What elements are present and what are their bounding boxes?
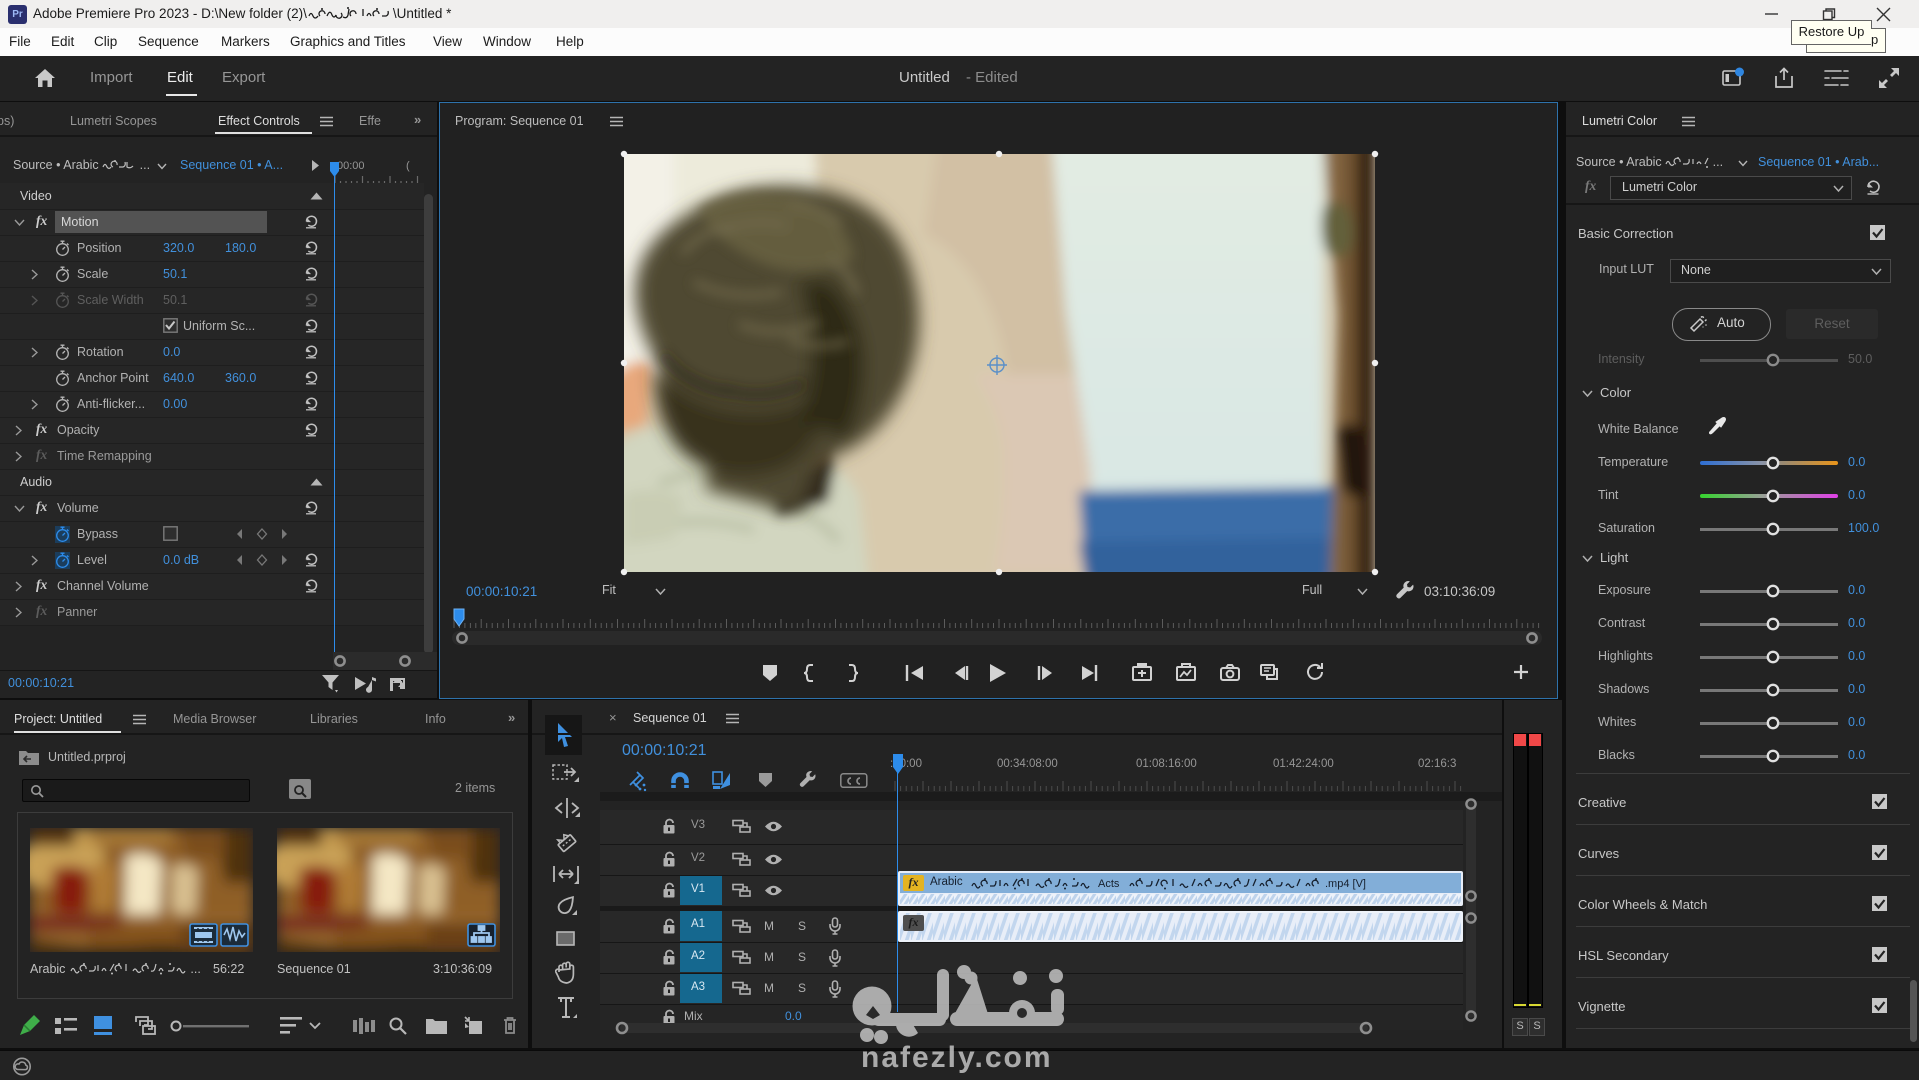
svg-text:.mp4 [V]: .mp4 [V] bbox=[1325, 878, 1366, 890]
svg-text:Acts: Acts bbox=[1098, 878, 1120, 890]
